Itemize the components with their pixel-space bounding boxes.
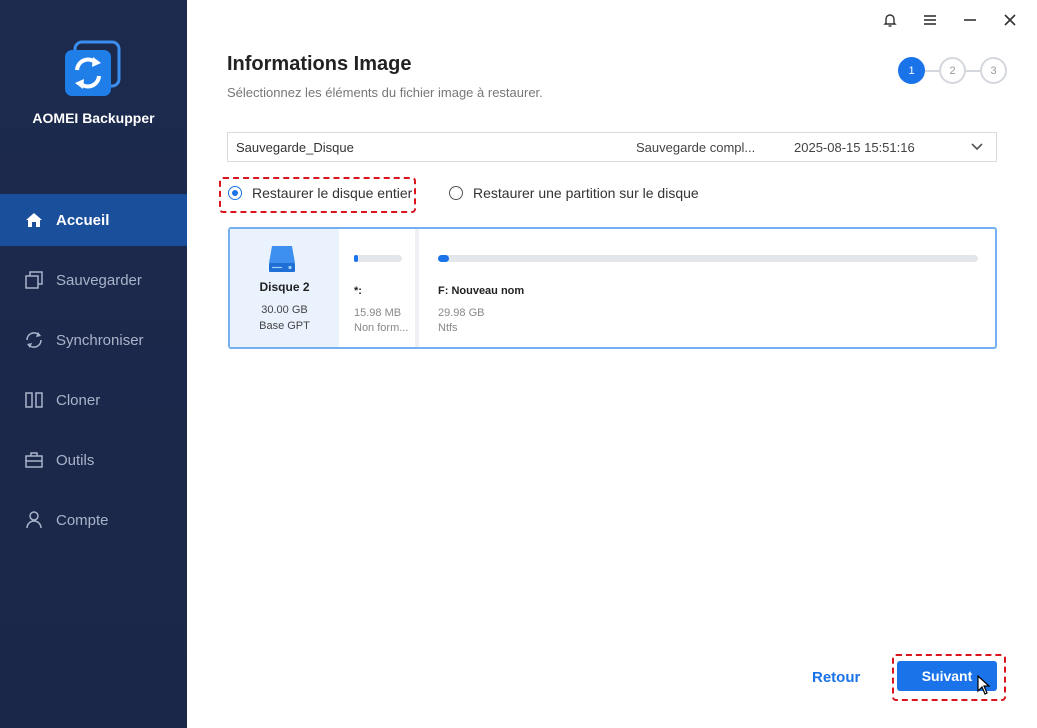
partition-label: *:: [354, 285, 362, 297]
sidebar-item-label: Outils: [56, 451, 95, 469]
step-1: 1: [898, 57, 925, 84]
partition-size: 15.98 MB: [354, 307, 402, 319]
backup-icon: [24, 270, 44, 290]
sidebar-item-label: Accueil: [56, 211, 110, 229]
sidebar-item-sauvegarder[interactable]: Sauvegarder: [0, 254, 187, 306]
radio-restore-whole-disk[interactable]: Restaurer le disque entier: [228, 185, 412, 201]
back-button[interactable]: Retour: [812, 669, 860, 686]
disk-drive-icon: [266, 243, 298, 280]
mouse-cursor-icon: [977, 674, 991, 700]
step-connector: [925, 69, 939, 72]
disk-type: Base GPT: [259, 320, 310, 332]
step-2: 2: [939, 57, 966, 84]
sidebar-item-cloner[interactable]: Cloner: [0, 374, 187, 426]
image-name: Sauvegarde_Disque: [236, 139, 354, 155]
sidebar-item-label: Sauvegarder: [56, 271, 142, 289]
radio-circle: [228, 186, 242, 200]
page-subtitle: Sélectionnez les éléments du fichier ima…: [227, 85, 543, 100]
partition-fs: Non form...: [354, 322, 409, 334]
partition-2: F: Nouveau nom 29.98 GB Ntfs: [423, 229, 995, 347]
step-connector: [966, 69, 980, 72]
disk-name: Disque 2: [259, 280, 310, 294]
menu-icon[interactable]: [913, 8, 947, 32]
app-name: AOMEI Backupper: [32, 110, 155, 126]
partition-usage-bar: [354, 255, 402, 262]
close-icon[interactable]: [993, 8, 1027, 32]
radio-label: Restaurer le disque entier: [252, 185, 413, 201]
image-select-dropdown[interactable]: Sauvegarde_Disque Sauvegarde compl... 20…: [227, 132, 997, 162]
chevron-down-icon: [970, 140, 984, 157]
radio-restore-partition[interactable]: Restaurer une partition sur le disque: [449, 185, 699, 201]
disk-info: Disque 2 30.00 GB Base GPT: [230, 229, 339, 347]
clone-icon: [24, 390, 44, 410]
partition-usage-bar: [438, 255, 978, 262]
partition-usage-fill: [354, 255, 358, 262]
partition-usage-fill: [438, 255, 449, 262]
sidebar-item-synchroniser[interactable]: Synchroniser: [0, 314, 187, 366]
disk-card[interactable]: Disque 2 30.00 GB Base GPT *: 15.98 MB N…: [228, 227, 997, 349]
step-3: 3: [980, 57, 1007, 84]
partition-1: *: 15.98 MB Non form...: [339, 229, 419, 347]
sidebar-item-label: Synchroniser: [56, 331, 144, 349]
sidebar-item-label: Compte: [56, 511, 109, 529]
bell-icon[interactable]: [873, 8, 907, 32]
sidebar-item-compte[interactable]: Compte: [0, 494, 187, 546]
page-title: Informations Image: [227, 53, 412, 75]
minimize-icon[interactable]: [953, 8, 987, 32]
home-icon: [24, 210, 44, 230]
partition-fs: Ntfs: [438, 322, 458, 334]
sidebar: AOMEI Backupper Accueil Sauvegarder Sync…: [0, 0, 187, 728]
radio-circle: [449, 186, 463, 200]
user-icon: [24, 510, 44, 530]
app-logo-icon: [63, 40, 123, 98]
disk-size: 30.00 GB: [261, 304, 308, 316]
image-type: Sauvegarde compl...: [636, 139, 756, 155]
image-date: 2025-08-15 15:51:16: [794, 139, 915, 155]
sidebar-item-label: Cloner: [56, 391, 101, 409]
sidebar-item-accueil[interactable]: Accueil: [0, 194, 187, 246]
sidebar-nav: Accueil Sauvegarder Synchroniser Cloner …: [0, 194, 187, 554]
toolbox-icon: [24, 450, 44, 470]
sidebar-item-outils[interactable]: Outils: [0, 434, 187, 486]
step-indicator: 1 2 3: [898, 57, 1007, 84]
partition-size: 29.98 GB: [438, 307, 485, 319]
sync-icon: [24, 330, 44, 350]
partition-label: F: Nouveau nom: [438, 285, 525, 297]
radio-label: Restaurer une partition sur le disque: [473, 185, 699, 201]
window-controls: [873, 8, 1027, 32]
